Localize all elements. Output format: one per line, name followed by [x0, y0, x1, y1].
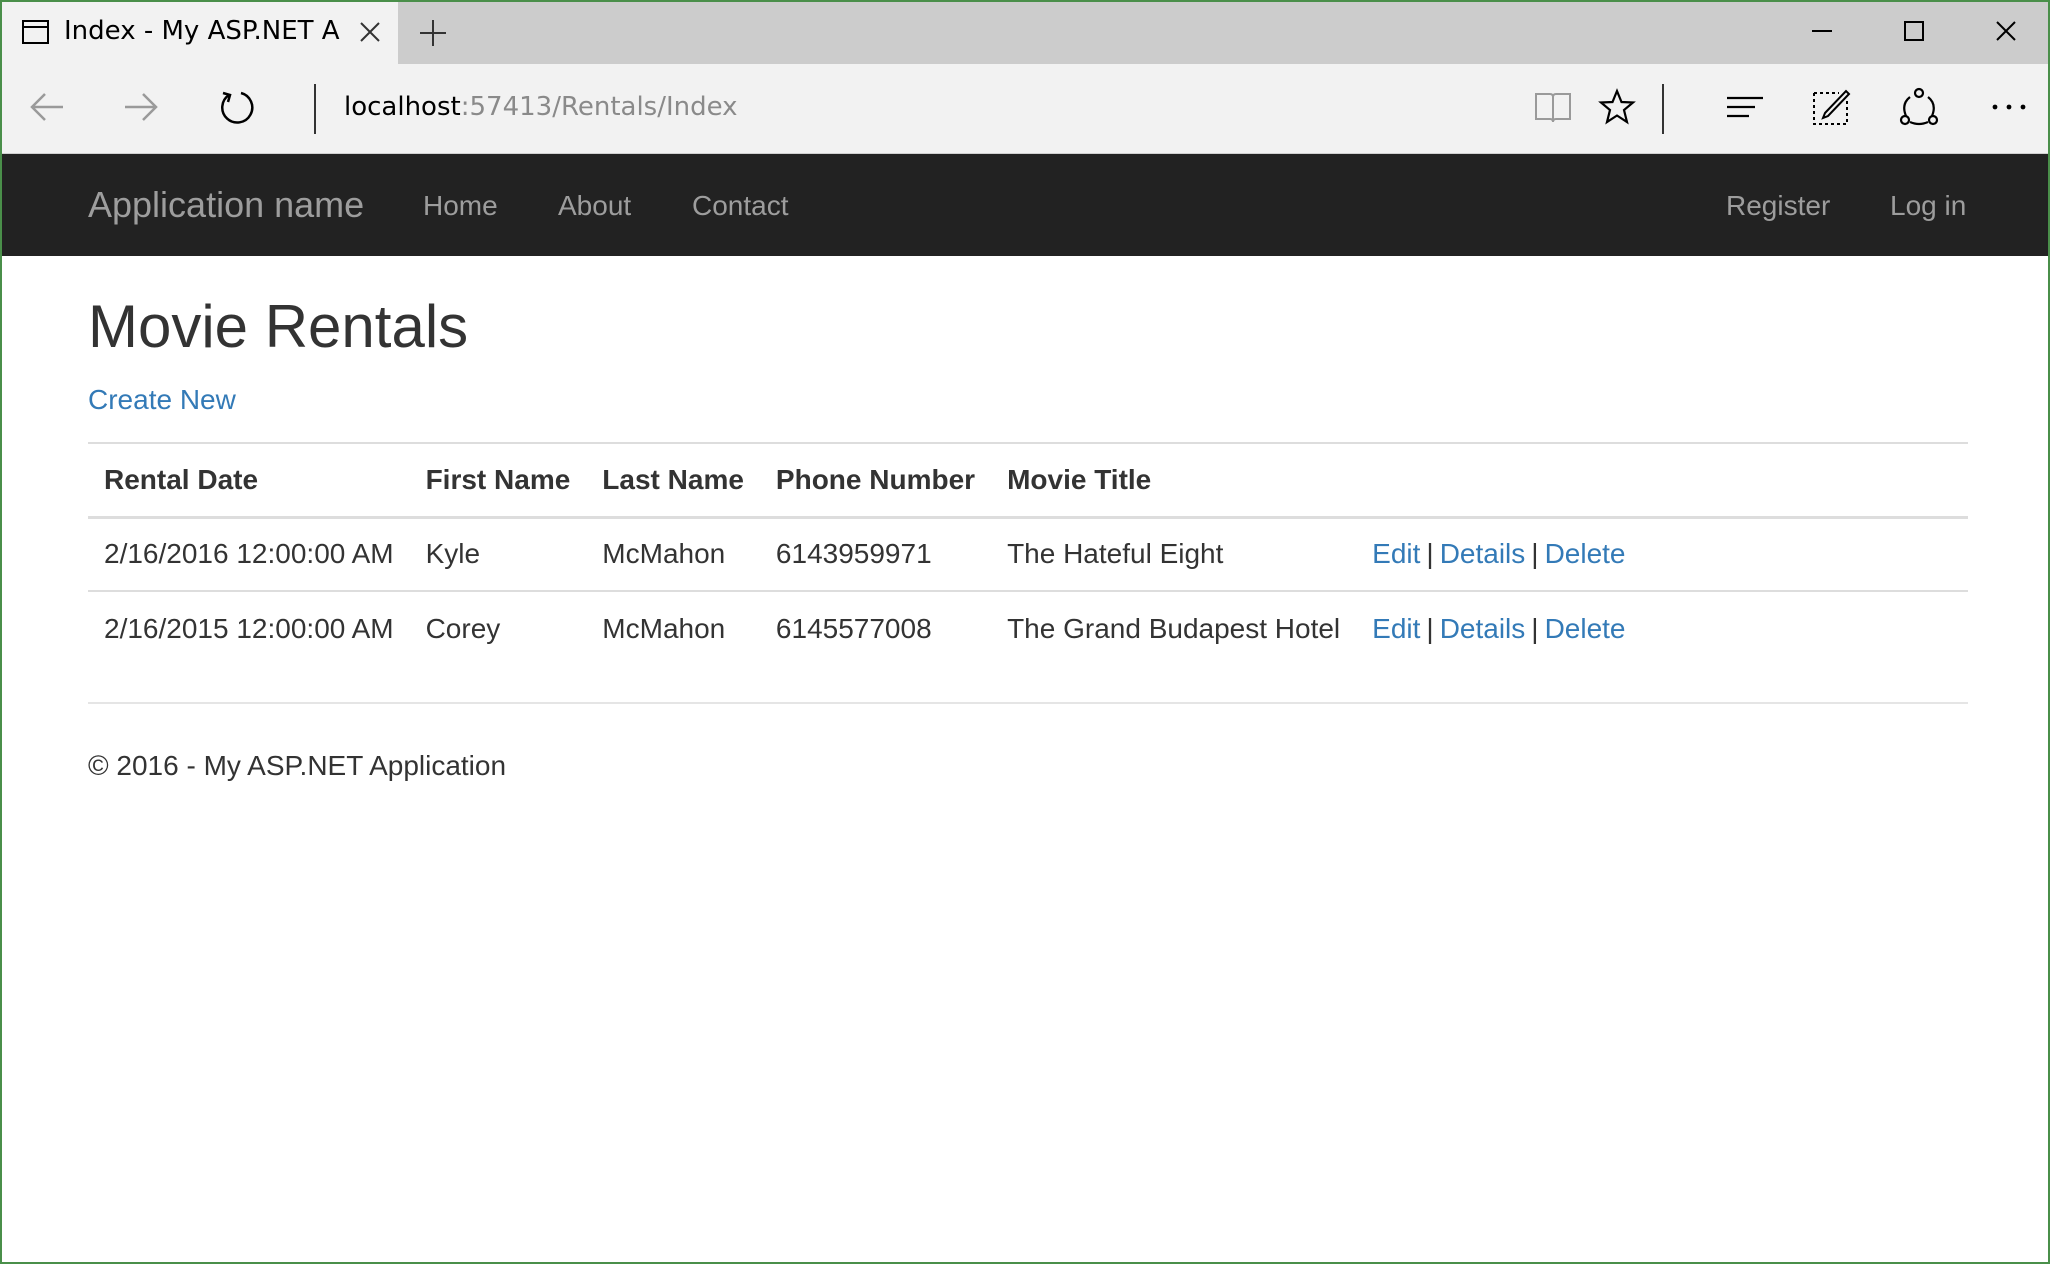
page-title: Movie Rentals: [88, 293, 469, 360]
web-note-button[interactable]: [1808, 86, 1854, 132]
table-header-row: Rental Date First Name Last Name Phone N…: [88, 442, 1968, 519]
browser-tab[interactable]: Index - My ASP.NET App: [2, 2, 398, 64]
header-movie-title: Movie Title: [991, 442, 1357, 519]
nav-register-link[interactable]: Register: [1726, 190, 1830, 222]
cell-phone-number: 6143959971: [759, 517, 992, 592]
minimize-icon: [1810, 19, 1834, 48]
arrow-left-icon: [27, 87, 67, 132]
edit-link[interactable]: Edit: [1372, 613, 1420, 644]
edit-link[interactable]: Edit: [1372, 538, 1420, 569]
book-icon: [1533, 87, 1573, 132]
back-button[interactable]: [24, 86, 70, 132]
site-navbar: Application name Home About Contact Regi…: [2, 154, 2048, 256]
address-path: :57413/Rentals/Index: [460, 92, 738, 122]
cell-movie-title: The Grand Budapest Hotel: [1007, 612, 1341, 644]
tab-strip: Index - My ASP.NET App: [2, 2, 2048, 64]
page-icon: [22, 20, 49, 44]
hub-icon: [1725, 87, 1765, 132]
nav-about-link[interactable]: About: [558, 190, 631, 222]
link-separator: |: [1426, 612, 1434, 644]
nav-contact-link[interactable]: Contact: [692, 190, 789, 222]
cell-rental-date: 2/16/2015 12:00:00 AM: [104, 612, 394, 644]
reading-view-button[interactable]: [1530, 86, 1576, 132]
table-row: 2/16/2016 12:00:00 AM Kyle McMahon 61439…: [88, 517, 1968, 592]
close-icon: [1994, 19, 2018, 48]
cell-actions: Edit | Details | Delete: [1356, 517, 1968, 592]
pen-note-icon: [1811, 87, 1851, 132]
link-separator: |: [1531, 538, 1539, 570]
share-icon: [1898, 86, 1940, 133]
maximize-button[interactable]: [1868, 2, 1960, 64]
star-icon: [1597, 87, 1637, 132]
refresh-button[interactable]: [214, 86, 260, 132]
header-phone-number: Phone Number: [759, 442, 992, 519]
cell-actions: Edit | Details | Delete: [1356, 591, 1968, 665]
new-tab-plus-icon[interactable]: [418, 18, 448, 48]
create-new-link[interactable]: Create New: [88, 384, 236, 416]
address-divider: [314, 84, 316, 134]
toolbar-divider: [1662, 84, 1664, 134]
browser-toolbar: localhost:57413/Rentals/Index: [2, 64, 2048, 154]
hub-button[interactable]: [1722, 86, 1768, 132]
cell-phone-number: 6145577008: [775, 612, 932, 644]
cell-rental-date: 2/16/2016 12:00:00 AM: [88, 517, 410, 592]
forward-button[interactable]: [118, 86, 164, 132]
share-button[interactable]: [1896, 86, 1942, 132]
nav-home-link[interactable]: Home: [423, 190, 498, 222]
rentals-table: Rental Date First Name Last Name Phone N…: [88, 442, 1968, 665]
more-icon: [1989, 87, 2029, 132]
minimize-button[interactable]: [1776, 2, 1868, 64]
cell-movie-title: The Hateful Eight: [991, 517, 1357, 592]
address-host: localhost: [344, 92, 461, 122]
footer-divider: [88, 702, 1968, 704]
close-window-button[interactable]: [1960, 2, 2048, 64]
more-button[interactable]: [1986, 86, 2032, 132]
refresh-icon: [217, 87, 257, 132]
cell-last-name: McMahon: [602, 612, 726, 644]
details-link[interactable]: Details: [1440, 613, 1526, 644]
nav-login-link[interactable]: Log in: [1890, 190, 1966, 222]
cell-first-name: Kyle: [409, 517, 587, 592]
arrow-right-icon: [121, 87, 161, 132]
link-separator: |: [1426, 538, 1434, 570]
browser-window: Index - My ASP.NET App loca: [0, 0, 2050, 1264]
delete-link[interactable]: Delete: [1545, 613, 1626, 644]
header-rental-date: Rental Date: [88, 442, 410, 519]
address-bar[interactable]: localhost:57413/Rentals/Index: [344, 92, 738, 122]
cell-first-name: Corey: [425, 612, 501, 644]
header-last-name: Last Name: [586, 442, 760, 519]
tab-close-icon[interactable]: [358, 20, 382, 44]
footer-copyright: © 2016 - My ASP.NET Application: [88, 750, 507, 781]
table-row: 2/16/2015 12:00:00 AM Corey McMahon 6145…: [88, 591, 1968, 665]
delete-link[interactable]: Delete: [1545, 538, 1626, 569]
header-first-name: First Name: [409, 442, 587, 519]
tab-title: Index - My ASP.NET App: [64, 16, 340, 46]
details-link[interactable]: Details: [1440, 538, 1526, 569]
cell-last-name: McMahon: [586, 517, 760, 592]
brand-link[interactable]: Application name: [88, 184, 364, 226]
link-separator: |: [1531, 612, 1539, 644]
header-actions: [1356, 442, 1968, 519]
favorite-button[interactable]: [1594, 86, 1640, 132]
maximize-icon: [1902, 19, 1926, 48]
